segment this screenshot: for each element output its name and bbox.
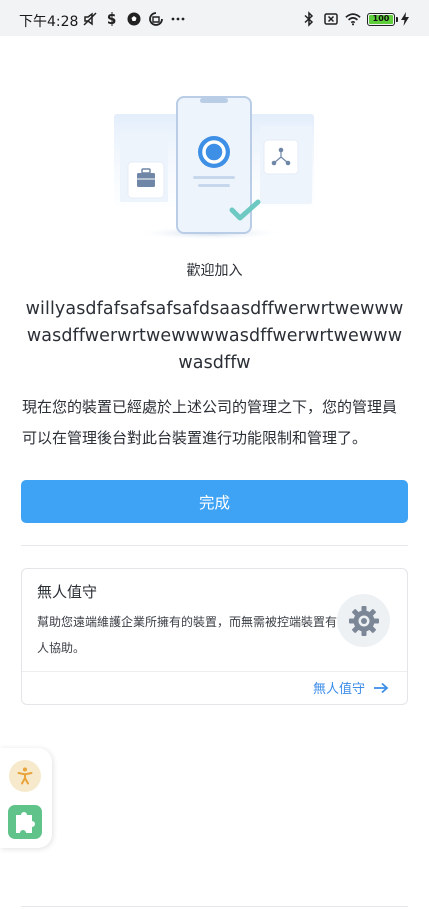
status-left-icons: S: [82, 11, 186, 27]
mute-icon: [83, 12, 97, 26]
unattended-link[interactable]: 無人值守: [313, 678, 389, 697]
welcome-text: 歡迎加入: [186, 263, 243, 279]
welcome-illustration: [114, 96, 314, 240]
gear-icon: [337, 594, 390, 647]
status-bar: 下午4:28 S 100: [0, 0, 429, 36]
sync-icon: S: [107, 12, 116, 27]
card-separator: [22, 671, 407, 672]
bottom-divider: [21, 906, 408, 907]
unattended-card: 無人值守 幫助您遠端維護企業所擁有的裝置，而無需被控端裝置有人協助。 無人值守: [21, 568, 408, 705]
unattended-title: 無人值守: [37, 583, 98, 601]
unattended-description: 幫助您遠端維護企業所擁有的裝置，而無需被控端裝置有人協助。: [37, 615, 338, 655]
status-time: 下午4:28: [19, 14, 79, 30]
no-sim-icon: [324, 13, 338, 25]
battery-level: 100: [369, 14, 393, 24]
soccer-icon: [127, 12, 141, 26]
wifi-icon: [345, 13, 361, 26]
app-icon: [149, 12, 163, 26]
company-name: willyasdfafsafsafsafdsaasdffwerwrtwewwww…: [25, 299, 404, 373]
charging-icon: [401, 12, 409, 26]
accessibility-icon: [17, 767, 33, 785]
arrow-right-icon: [374, 682, 389, 693]
bluetooth-icon: [304, 11, 314, 27]
battery-indicator: 100: [367, 12, 398, 26]
more-icon: [171, 17, 185, 21]
unattended-link-label: 無人值守: [312, 682, 365, 697]
floating-tool-panel: [0, 748, 52, 848]
section-divider: [21, 545, 408, 546]
done-button[interactable]: 完成: [21, 480, 408, 523]
puzzle-icon[interactable]: [6, 803, 44, 841]
accessibility-button[interactable]: [9, 760, 41, 792]
management-description: 現在您的裝置已經處於上述公司的管理之下，您的管理員可以在管理後台對此台裝置進行功…: [22, 398, 398, 447]
status-right-icons: 100: [301, 11, 409, 27]
